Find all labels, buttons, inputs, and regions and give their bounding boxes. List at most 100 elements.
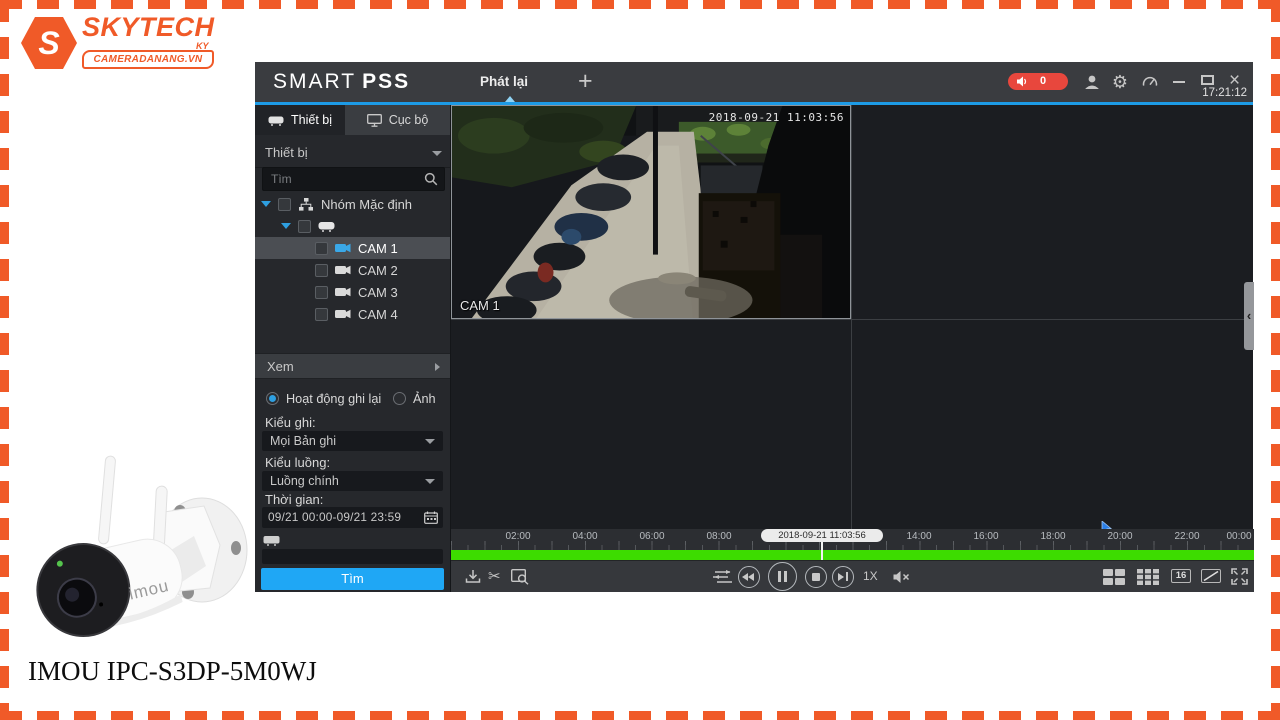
tree-camera-row[interactable]: CAM 4 xyxy=(255,303,450,325)
app-title-regular: SMART xyxy=(273,70,357,93)
tree-expand-icon[interactable] xyxy=(261,201,271,207)
grid-9-icon[interactable] xyxy=(1137,569,1159,585)
search-icon[interactable] xyxy=(424,172,438,186)
scissors-icon[interactable]: ✂ xyxy=(488,567,501,585)
clock: 17:21:12 xyxy=(1202,87,1247,99)
device-type-select-value: Thiết bị xyxy=(265,145,308,160)
time-label: Thời gian: xyxy=(265,492,324,507)
next-frame-button[interactable] xyxy=(832,566,854,588)
view-section-header[interactable]: Xem xyxy=(255,353,450,379)
grid-16-button[interactable]: 16 xyxy=(1171,569,1191,583)
tree-expand-icon[interactable] xyxy=(281,223,291,229)
rewind-button[interactable] xyxy=(738,566,760,588)
stop-button[interactable] xyxy=(805,566,827,588)
device-type-select[interactable]: Thiết bị xyxy=(255,139,450,168)
minimize-icon[interactable] xyxy=(1173,81,1185,83)
tree-camera-row[interactable]: CAM 2 xyxy=(255,259,450,281)
camera-label[interactable]: CAM 2 xyxy=(358,263,398,278)
tree-camera-row[interactable]: CAM 1 xyxy=(255,237,450,259)
tree-group-label[interactable]: Nhóm Mặc định xyxy=(321,197,412,212)
alarm-count: 0 xyxy=(1040,75,1047,87)
video-pane-1[interactable]: 2018-09-21 11:03:56 CAM 1 xyxy=(451,105,851,319)
mute-icon[interactable] xyxy=(893,570,910,584)
record-radio-label[interactable]: Hoạt động ghi lại xyxy=(286,392,381,406)
alarm-speaker-icon xyxy=(1017,76,1027,87)
grid-4-icon[interactable] xyxy=(1103,569,1125,585)
page-border-right xyxy=(1271,0,1280,720)
stop-icon xyxy=(812,573,820,581)
stream-type-label: Kiểu luồng: xyxy=(265,455,331,470)
group-checkbox[interactable] xyxy=(278,197,291,211)
camera-icon xyxy=(335,287,351,297)
speed-label[interactable]: 1X xyxy=(863,561,878,592)
camera-checkbox[interactable] xyxy=(315,285,328,299)
new-tab-button[interactable]: + xyxy=(570,62,601,102)
rewind-icon xyxy=(748,572,754,581)
tab-playback[interactable]: Phát lại xyxy=(470,62,538,102)
tree-camera-row[interactable]: CAM 3 xyxy=(255,281,450,303)
timeline-playhead[interactable] xyxy=(821,541,823,560)
timeline-current-time[interactable]: 2018-09-21 11:03:56 xyxy=(761,529,883,542)
playback-control-bar: ✂ 1X 16 xyxy=(451,560,1254,592)
window-header: SMART PSS Phát lại + 0 ⚙ × 17:21:12 xyxy=(255,62,1253,102)
record-type-select[interactable]: Mọi Bản ghi xyxy=(262,431,443,451)
time-range-field[interactable]: 09/21 00:00-09/21 23:59 xyxy=(262,507,443,528)
clip-export-icon[interactable] xyxy=(511,569,529,585)
pause-button[interactable] xyxy=(768,562,797,591)
camera-icon xyxy=(335,309,351,319)
collapse-panel-icon: ‹ xyxy=(1246,308,1252,323)
device-tree: Nhóm Mặc định CAM 1 CAM 2 CAM 3 CAM 4 xyxy=(255,193,450,325)
photo-radio[interactable] xyxy=(393,392,406,405)
photo-radio-label[interactable]: Ảnh xyxy=(413,392,436,406)
camera-label[interactable]: CAM 3 xyxy=(358,285,398,300)
timeline-record-bar[interactable] xyxy=(451,550,1254,560)
device-icon xyxy=(268,116,284,126)
person-icon[interactable] xyxy=(1083,73,1101,91)
caret-down-icon xyxy=(432,151,442,156)
monitor-icon xyxy=(366,113,382,127)
calendar-icon[interactable] xyxy=(424,511,438,524)
product-caption: IMOU IPC-S3DP-5M0WJ xyxy=(28,656,317,686)
device-icon xyxy=(318,221,335,232)
sidebar: Thiết bị Cục bộ Thiết bị Tìm Nhóm Mặc đị… xyxy=(255,105,450,592)
stream-type-select[interactable]: Luồng chính xyxy=(262,471,443,491)
record-type-label: Kiểu ghi: xyxy=(265,415,316,430)
osd-timestamp: 2018-09-21 11:03:56 xyxy=(708,111,844,124)
download-icon[interactable] xyxy=(465,569,481,585)
collapse-panel-handle[interactable]: ‹ xyxy=(1244,282,1254,350)
svg-text:S: S xyxy=(38,25,60,61)
timeline[interactable]: 02:00 04:00 06:00 08:00 14:00 16:00 18:0… xyxy=(451,529,1254,560)
sync-icon[interactable] xyxy=(713,570,732,584)
device-filter-field[interactable] xyxy=(262,549,443,564)
page-border-top xyxy=(0,0,1280,9)
app-title-bold: PSS xyxy=(362,70,411,93)
record-radio[interactable] xyxy=(266,392,279,405)
camera-checkbox[interactable] xyxy=(315,241,328,255)
tree-device-row[interactable] xyxy=(255,215,450,237)
custom-split-icon xyxy=(1203,570,1219,582)
search-button[interactable]: Tìm xyxy=(261,568,444,590)
pause-icon xyxy=(778,571,781,582)
camera-label[interactable]: CAM 4 xyxy=(358,307,398,322)
alarm-badge[interactable]: 0 xyxy=(1008,73,1068,90)
group-icon xyxy=(299,197,313,211)
tree-group-row[interactable]: Nhóm Mặc định xyxy=(255,193,450,215)
sidebar-tab-device[interactable]: Thiết bị xyxy=(255,105,345,135)
logo-brand-text: SKYTECH xyxy=(82,12,215,42)
fullscreen-icon[interactable] xyxy=(1231,568,1248,585)
osd-camera-name: CAM 1 xyxy=(460,298,500,313)
camera-label[interactable]: CAM 1 xyxy=(358,241,398,256)
search-input[interactable] xyxy=(269,169,418,189)
custom-split-button[interactable] xyxy=(1201,569,1221,583)
caret-down-icon xyxy=(425,479,435,484)
camera-checkbox[interactable] xyxy=(315,263,328,277)
next-frame-icon xyxy=(838,572,844,581)
sidebar-tab-local[interactable]: Cục bộ xyxy=(345,105,450,135)
maximize-icon[interactable] xyxy=(1201,75,1214,85)
camera-checkbox[interactable] xyxy=(315,307,328,321)
device-checkbox[interactable] xyxy=(298,219,311,233)
logo-site-text: CAMERADANANG.VN xyxy=(82,50,214,69)
page-border-bottom xyxy=(0,711,1280,720)
stream-type-value: Luồng chính xyxy=(270,474,339,488)
gear-icon[interactable]: ⚙ xyxy=(1111,73,1129,91)
